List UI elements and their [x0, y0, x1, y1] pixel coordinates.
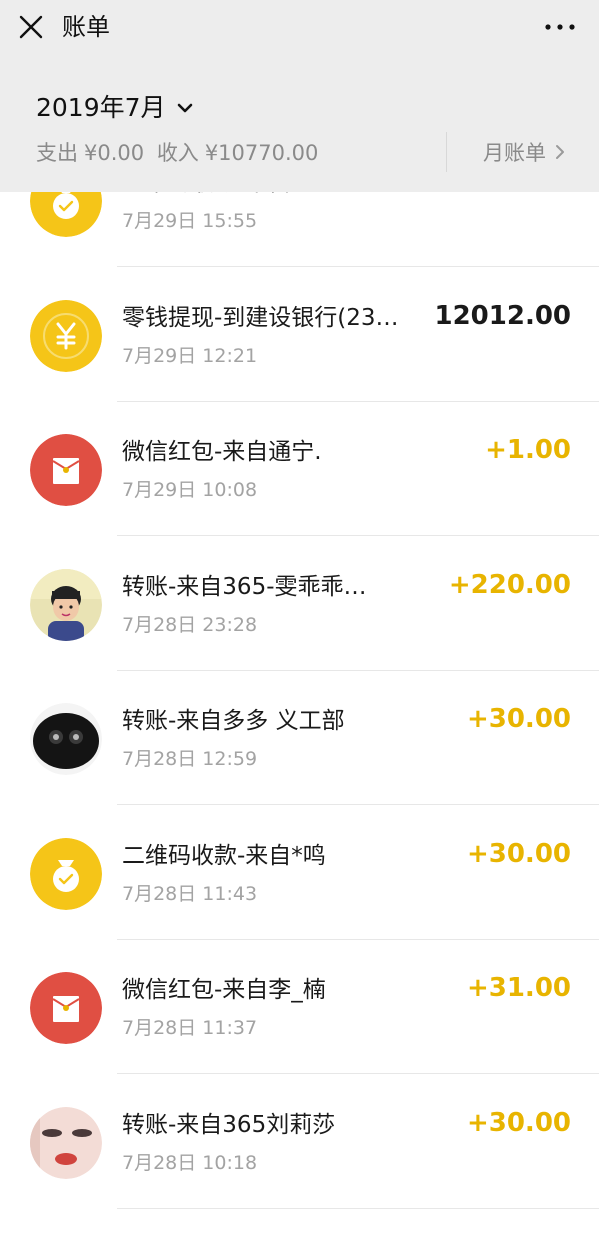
month-label: 2019年7月 — [36, 93, 166, 122]
chevron-right-icon — [556, 145, 564, 159]
transaction-time: 7月28日 11:43 — [122, 882, 258, 905]
transaction-amount: +30.00 — [466, 838, 571, 869]
transaction-amount: +30.00 — [466, 704, 571, 734]
income-label: 收入 — [156, 141, 199, 165]
transaction-time: 7月28日 10:18 — [122, 1151, 258, 1174]
transaction-amount: +31.00 — [466, 973, 571, 1003]
transaction-description: 二维码收款-来自*鸣 — [122, 842, 326, 869]
transaction-description: 零钱提现-到建设银行(23… — [122, 304, 399, 331]
transaction-row[interactable]: 二维码收款-来自*鸣 7月28日 11:43 +30.00 — [0, 805, 599, 940]
transaction-time: 7月28日 23:28 — [122, 613, 258, 636]
avatar — [30, 1106, 102, 1179]
transaction-row[interactable]: 转账-来自365-雯乖乖… 7月28日 23:28 +220.00 — [0, 536, 599, 671]
transaction-description: 转账-来自365刘莉莎 — [122, 1111, 336, 1138]
monthly-bill-link[interactable]: 月账单 — [483, 132, 568, 172]
transaction-row[interactable]: 零钱提现-到建设银行(23… 7月29日 12:21 12012.00 — [0, 267, 599, 402]
expense-value: ¥0.00 — [84, 141, 145, 165]
transaction-time: 7月28日 12:59 — [122, 748, 258, 770]
red-packet-icon — [30, 434, 102, 506]
monthly-bill-label: 月账单 — [483, 141, 546, 165]
transaction-time: 7月28日 11:37 — [122, 1017, 258, 1039]
header-divider — [446, 132, 447, 172]
close-icon[interactable] — [14, 10, 48, 44]
page-title: 账单 — [62, 13, 110, 41]
transaction-time: 7月29日 12:21 — [122, 344, 258, 367]
red-packet-icon — [30, 972, 102, 1044]
month-totals: 支出 ¥0.00 收入 ¥10770.00 — [36, 138, 324, 168]
transaction-amount: +1.00 — [485, 435, 571, 465]
chevron-down-icon — [177, 103, 192, 113]
money-bag-icon — [30, 837, 102, 910]
transaction-description: 转账-来自365-雯乖乖… — [122, 573, 367, 600]
transaction-description: 微信红包-来自通宁. — [122, 439, 322, 465]
transaction-time: 7月29日 15:55 — [122, 210, 258, 232]
more-options-icon[interactable] — [543, 20, 577, 34]
transaction-row[interactable]: 转账-来自多多 义工部 7月28日 12:59 +30.00 — [0, 671, 599, 805]
transaction-list: 二维码收款-来自A*m7月29日 15:55+500.00 零钱提现-到建设银行… — [0, 133, 599, 1249]
avatar — [30, 703, 102, 775]
transaction-description: 转账-来自多多 义工部 — [122, 708, 345, 734]
avatar — [30, 568, 102, 641]
transaction-amount: +220.00 — [448, 569, 571, 600]
transaction-row[interactable]: 微信红包-来自李_楠 7月28日 11:37 +31.00 — [0, 940, 599, 1074]
transaction-time: 7月29日 10:08 — [122, 479, 258, 501]
transaction-amount: +30.00 — [466, 1107, 571, 1138]
transaction-amount: 12012.00 — [434, 300, 571, 331]
expense-label: 支出 — [36, 141, 78, 165]
top-bar: 账单 — [0, 0, 599, 62]
transaction-row[interactable]: 转账-来自365刘莉莎 7月28日 10:18 +30.00 — [0, 1074, 599, 1209]
month-selector[interactable]: 2019年7月 — [36, 90, 196, 126]
income-value: ¥10770.00 — [204, 141, 319, 165]
transaction-row[interactable]: 微信红包-来自通宁. 7月29日 10:08 +1.00 — [0, 402, 599, 536]
transaction-description: 微信红包-来自李_楠 — [122, 977, 326, 1003]
month-summary-header: 2019年7月 支出 ¥0.00 收入 ¥10770.00 月账单 — [0, 62, 599, 192]
row-divider — [117, 1207, 599, 1209]
yuan-coin-icon — [30, 299, 102, 372]
